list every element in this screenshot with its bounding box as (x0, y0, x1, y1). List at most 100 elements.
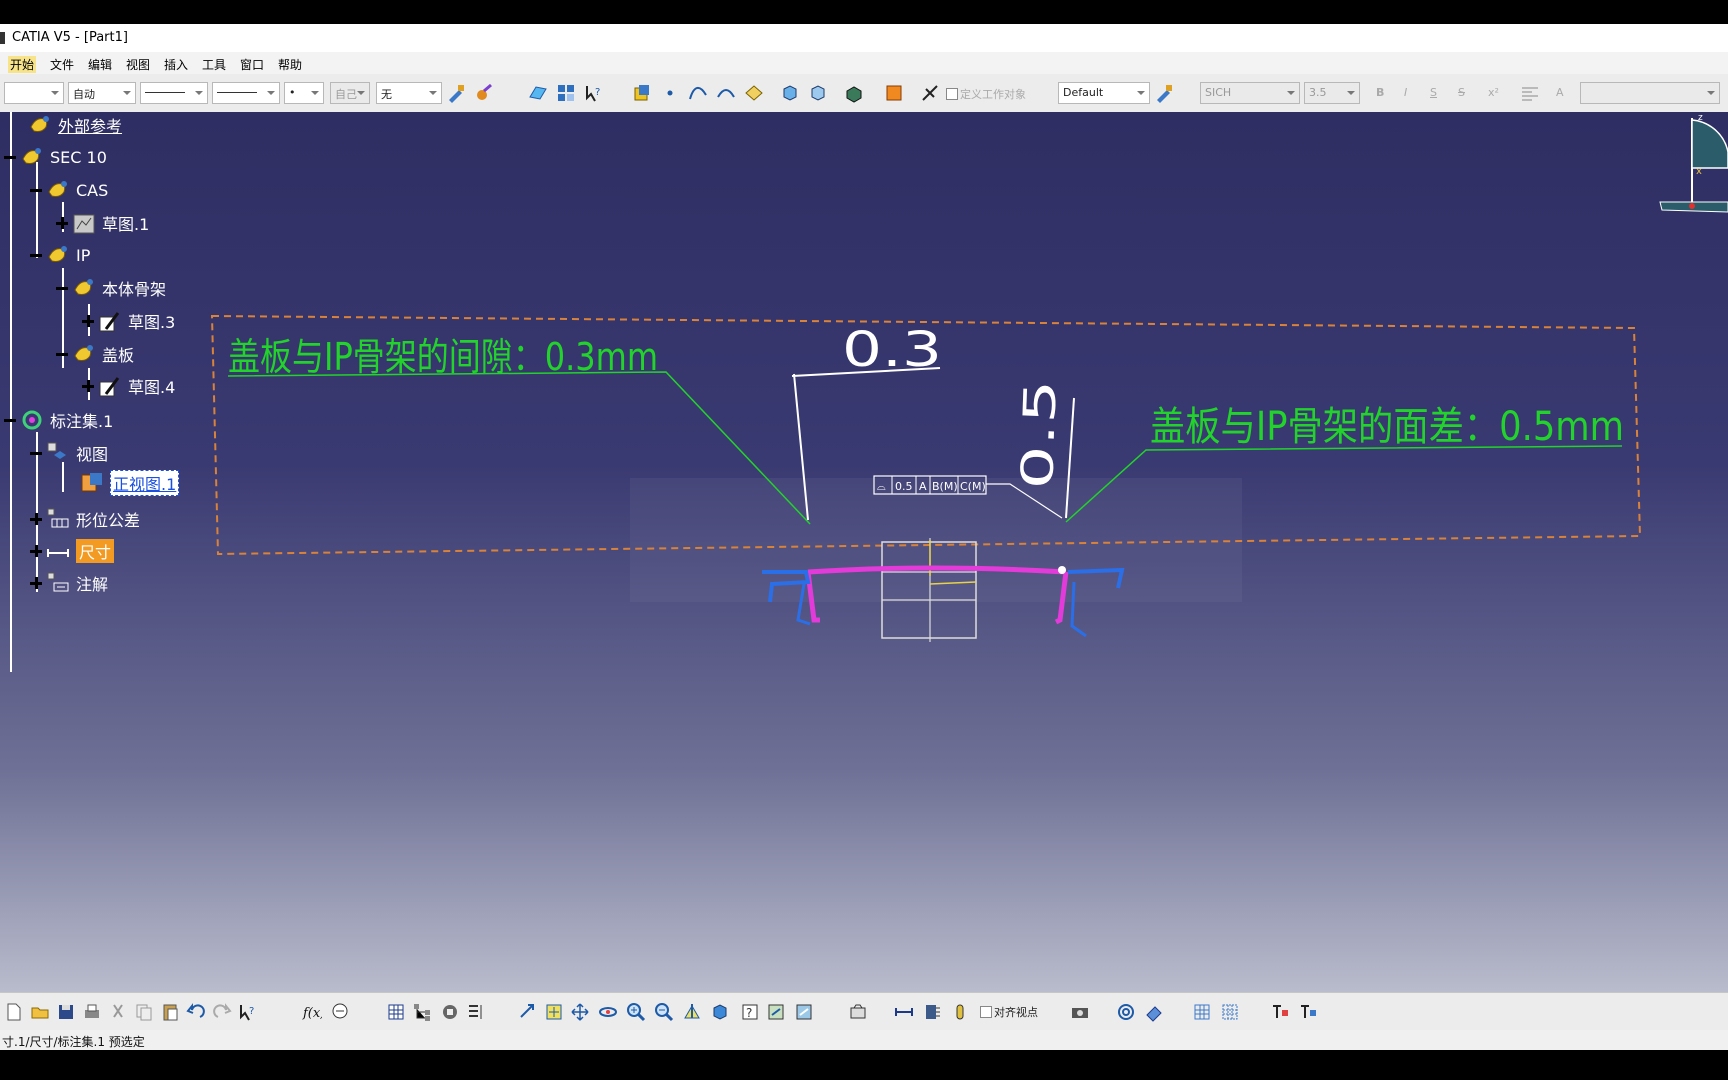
layer-self-combo[interactable]: 自己 (330, 82, 370, 104)
ip-right-frame (1067, 567, 1125, 589)
point-style-combo[interactable]: • (284, 82, 324, 104)
font-combo[interactable]: SICH (1200, 82, 1300, 104)
align-viewpoint-label: 对齐视点 (994, 1006, 1038, 1019)
text-frame-button[interactable]: A (1556, 86, 1564, 99)
align-left-icon[interactable] (1520, 83, 1540, 103)
surface-icon[interactable] (744, 83, 764, 103)
italic-button[interactable]: I (1404, 86, 1407, 99)
paste-icon[interactable] (160, 1002, 180, 1022)
catalog-icon[interactable] (440, 1002, 460, 1022)
underline-button[interactable]: S (1430, 86, 1437, 99)
open-folder-icon[interactable] (30, 1002, 50, 1022)
fly-mode-icon[interactable] (518, 1002, 538, 1022)
ip-right-leg (1070, 581, 1087, 638)
fit-all-icon[interactable] (544, 1002, 564, 1022)
arc-icon[interactable] (716, 83, 736, 103)
strikethrough-button[interactable]: S (1458, 86, 1465, 99)
menu-edit[interactable]: 编辑 (88, 56, 112, 73)
menu-help[interactable]: 帮助 (278, 56, 302, 73)
grid-icon[interactable] (1192, 1002, 1212, 1022)
tree-structure-icon[interactable] (412, 1002, 432, 1022)
normal-view-icon[interactable] (682, 1002, 702, 1022)
flush-dimension-value[interactable]: 0.5 (1012, 379, 1067, 491)
shading-icon[interactable] (794, 1002, 814, 1022)
line-color-combo[interactable] (4, 82, 64, 104)
view-iso-icon[interactable] (808, 83, 828, 103)
camera-icon[interactable] (1070, 1002, 1090, 1022)
line-weight-combo[interactable] (212, 82, 280, 104)
svg-text:f(x): f(x) (302, 1006, 322, 1021)
work-object-checkbox[interactable] (946, 88, 958, 100)
gap-note[interactable]: 盖板与IP骨架的间隙：0.3mm (228, 335, 658, 379)
help-pointer-icon[interactable]: ? (238, 1002, 258, 1022)
zoom-in-icon[interactable] (626, 1002, 646, 1022)
capture-icon[interactable] (848, 1002, 868, 1022)
annotation-filter-icon[interactable] (1298, 1002, 1318, 1022)
cut-icon[interactable] (108, 1002, 128, 1022)
bottom-toolbar: ? f(x) ? 对齐视点 (0, 992, 1728, 1031)
new-file-icon[interactable] (4, 1002, 24, 1022)
line-type-combo[interactable] (140, 82, 208, 104)
menu-insert[interactable]: 插入 (164, 56, 188, 73)
menu-tools[interactable]: 工具 (202, 56, 226, 73)
style-painter-icon[interactable] (1154, 83, 1174, 103)
save-icon[interactable] (56, 1002, 76, 1022)
font-size-combo[interactable]: 3.5 (1304, 82, 1360, 104)
grid-snap-icon[interactable] (1220, 1002, 1240, 1022)
pan-icon[interactable] (570, 1002, 590, 1022)
menu-start[interactable]: 开始 (8, 56, 37, 73)
formula-icon[interactable]: f(x) (302, 1002, 322, 1022)
menu-window[interactable]: 窗口 (240, 56, 264, 73)
align-viewpoint-checkbox[interactable] (980, 1006, 992, 1018)
compass-widget[interactable]: x z (1658, 112, 1728, 232)
hide-show-icon[interactable]: ? (740, 1002, 760, 1022)
bold-button[interactable]: B (1376, 86, 1384, 99)
gap-dimension-value[interactable]: 0.3 (842, 322, 942, 378)
view-front-icon[interactable] (780, 83, 800, 103)
menu-file[interactable]: 文件 (50, 56, 74, 73)
curve-icon[interactable] (688, 83, 708, 103)
rotate-icon[interactable] (598, 1002, 618, 1022)
style-combo[interactable]: Default (1058, 82, 1150, 104)
render-style-icon[interactable] (844, 83, 864, 103)
cover-right-flange (1054, 571, 1069, 625)
spiral-icon[interactable] (1116, 1002, 1136, 1022)
menu-view[interactable]: 视图 (126, 56, 150, 73)
superscript-button[interactable]: x² (1488, 86, 1499, 99)
measure-between-icon[interactable] (894, 1002, 914, 1022)
compass-axis-z: z (1698, 113, 1703, 123)
3d-viewport[interactable]: 外部参考 SEC 10 CAS 草图.1 IP 本体骨架 草图.3 盖板 草图. (0, 112, 1728, 992)
flush-extension-line (1065, 397, 1075, 519)
part-section (881, 538, 977, 642)
auto-combo[interactable]: 自动 (68, 82, 136, 104)
measure-list-icon[interactable] (466, 1002, 486, 1022)
work-object-icon[interactable] (920, 83, 940, 103)
none-combo[interactable]: 无 (376, 82, 442, 104)
table-icon[interactable] (386, 1002, 406, 1022)
inertia-icon[interactable] (950, 1002, 970, 1022)
painter-icon[interactable] (446, 83, 466, 103)
whats-this-icon[interactable]: ? (584, 83, 604, 103)
annotation-plane-icon[interactable] (884, 83, 904, 103)
part-body-icon[interactable] (632, 83, 652, 103)
print-icon[interactable] (82, 1002, 102, 1022)
measure-item-icon[interactable] (922, 1002, 942, 1022)
copy-icon[interactable] (134, 1002, 154, 1022)
swap-space-icon[interactable] (766, 1002, 786, 1022)
plane-icon[interactable] (528, 83, 548, 103)
point-icon[interactable] (660, 83, 680, 103)
menu-bar: 开始 文件 编辑 视图 插入 工具 窗口 帮助 (0, 52, 1728, 74)
text-property-combo[interactable] (1580, 82, 1720, 104)
brush-icon[interactable] (474, 83, 494, 103)
flush-note[interactable]: 盖板与IP骨架的面差：0.5mm (1150, 404, 1624, 450)
undo-icon[interactable] (186, 1002, 206, 1022)
redo-icon[interactable] (212, 1002, 232, 1022)
gap-extension-line (793, 373, 809, 521)
eraser-icon[interactable] (1144, 1002, 1164, 1022)
grid-select-icon[interactable] (556, 83, 576, 103)
comment-icon[interactable] (330, 1002, 350, 1022)
gdt-datum-c: C(M) (960, 480, 986, 493)
annotation-query-icon[interactable] (1270, 1002, 1290, 1022)
zoom-out-icon[interactable] (654, 1002, 674, 1022)
iso-view-icon[interactable] (710, 1002, 730, 1022)
